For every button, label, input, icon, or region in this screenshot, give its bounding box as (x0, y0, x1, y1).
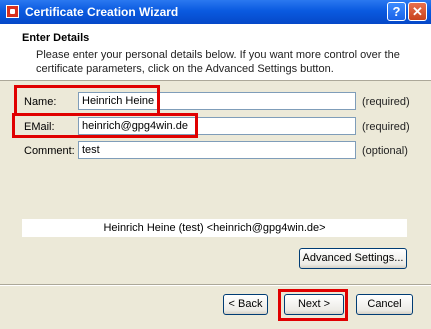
window-title: Certificate Creation Wizard (25, 5, 179, 19)
footer-divider-highlight (0, 285, 431, 286)
comment-label: Comment: (24, 145, 75, 157)
wizard-header: Enter Details Please enter your personal… (0, 24, 431, 81)
cancel-button[interactable]: Cancel (356, 294, 413, 315)
page-description: Please enter your personal details below… (36, 49, 400, 75)
comment-field[interactable]: test (78, 141, 356, 159)
user-id-preview: Heinrich Heine (test) <heinrich@gpg4win.… (22, 219, 407, 237)
help-button[interactable]: ? (387, 2, 406, 21)
name-required-note: (required) (362, 96, 410, 108)
next-highlight-box (278, 289, 348, 321)
page-title: Enter Details (22, 32, 90, 44)
app-icon (6, 5, 19, 18)
title-bar[interactable]: Certificate Creation Wizard ? ✕ (0, 0, 431, 24)
name-highlight-box (14, 85, 160, 116)
close-button[interactable]: ✕ (408, 2, 427, 21)
back-button[interactable]: < Back (223, 294, 268, 315)
email-highlight-box (12, 113, 198, 138)
email-required-note: (required) (362, 121, 410, 133)
comment-optional-note: (optional) (362, 145, 408, 157)
advanced-settings-button[interactable]: Advanced Settings... (299, 248, 407, 269)
